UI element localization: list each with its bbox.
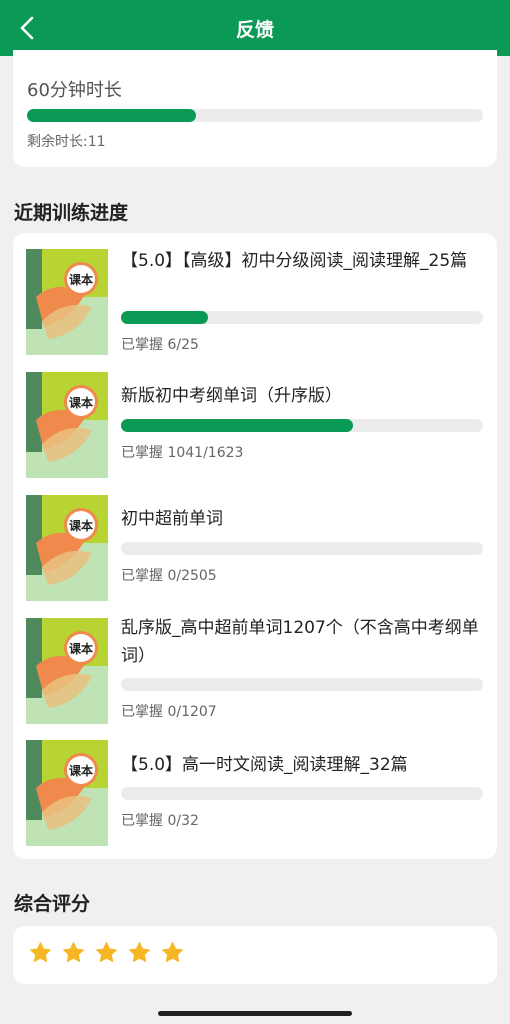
- remaining-time-text: 剩余时长:11: [27, 134, 106, 150]
- course-progress-bar: [121, 542, 483, 555]
- course-list: 课本 【5.0】【高级】初中分级阅读_阅读理解_25篇 已掌握 6/25 课本 …: [13, 233, 497, 859]
- course-progress-bar: [121, 311, 483, 324]
- rating-section-title: 综合评分: [14, 893, 91, 915]
- course-title: 【5.0】高一时文阅读_阅读理解_32篇: [121, 755, 408, 775]
- star-rating[interactable]: [29, 941, 184, 968]
- svg-text:课本: 课本: [69, 395, 93, 410]
- course-item[interactable]: 课本 【5.0】高一时文阅读_阅读理解_32篇 已掌握 0/32: [13, 724, 497, 846]
- course-mastered-count: 已掌握 0/2505: [121, 568, 217, 584]
- course-progress-fill: [121, 311, 208, 324]
- duration-progress-bar: [27, 109, 483, 122]
- course-cover: 课本: [26, 495, 108, 601]
- duration-progress-fill: [27, 109, 196, 122]
- course-cover: 课本: [26, 618, 108, 724]
- course-progress-bar: [121, 787, 483, 800]
- course-item[interactable]: 课本 新版初中考纲单词（升序版） 已掌握 1041/1623: [13, 356, 497, 478]
- course-item[interactable]: 课本 【5.0】【高级】初中分级阅读_阅读理解_25篇 已掌握 6/25: [13, 233, 497, 355]
- course-mastered-count: 已掌握 0/1207: [121, 704, 217, 720]
- course-item[interactable]: 课本 乱序版_高中超前单词1207个（不含高中考纲单词） 已掌握 0/1207: [13, 602, 497, 724]
- back-button[interactable]: [8, 8, 48, 48]
- course-mastered-count: 已掌握 0/32: [121, 813, 199, 829]
- book-cover-image: 课本: [26, 740, 108, 846]
- course-cover: 课本: [26, 372, 108, 478]
- chevron-left-icon: [20, 16, 34, 40]
- course-mastered-count: 已掌握 1041/1623: [121, 445, 244, 461]
- star-icon[interactable]: [128, 941, 151, 968]
- star-icon[interactable]: [29, 941, 52, 968]
- duration-card: 60分钟时长 剩余时长:11: [13, 50, 497, 167]
- course-title: 【5.0】【高级】初中分级阅读_阅读理解_25篇: [121, 251, 468, 271]
- course-progress-bar: [121, 419, 483, 432]
- svg-text:课本: 课本: [69, 272, 93, 287]
- book-cover-image: 课本: [26, 495, 108, 601]
- course-cover: 课本: [26, 249, 108, 355]
- course-title: 乱序版_高中超前单词1207个（不含高中考纲单词）: [121, 618, 479, 666]
- course-progress-fill: [121, 419, 354, 432]
- duration-label: 60分钟时长: [27, 80, 122, 101]
- star-icon[interactable]: [161, 941, 184, 968]
- star-icon[interactable]: [62, 941, 85, 968]
- star-icon[interactable]: [95, 941, 118, 968]
- book-cover-image: 课本: [26, 618, 108, 724]
- home-indicator: [158, 1011, 352, 1016]
- rating-card: [13, 926, 497, 984]
- progress-section-title: 近期训练进度: [14, 202, 129, 224]
- course-title: 初中超前单词: [121, 509, 223, 529]
- app-bar: 反馈: [0, 0, 510, 56]
- book-cover-image: 课本: [26, 372, 108, 478]
- course-progress-bar: [121, 678, 483, 691]
- course-item[interactable]: 课本 初中超前单词 已掌握 0/2505: [13, 479, 497, 601]
- book-cover-image: 课本: [26, 249, 108, 355]
- svg-text:课本: 课本: [69, 518, 93, 533]
- course-mastered-count: 已掌握 6/25: [121, 337, 199, 353]
- svg-text:课本: 课本: [69, 763, 93, 778]
- course-title: 新版初中考纲单词（升序版）: [121, 386, 342, 406]
- page-title: 反馈: [235, 18, 274, 41]
- course-cover: 课本: [26, 740, 108, 846]
- svg-text:课本: 课本: [69, 641, 93, 656]
